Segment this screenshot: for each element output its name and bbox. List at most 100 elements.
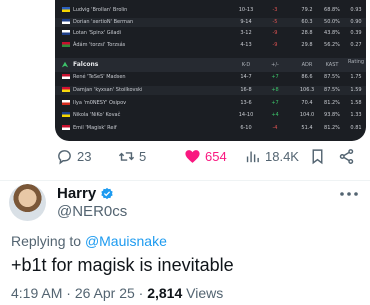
kd-cell: 16-8 [240, 86, 252, 93]
rating-cell: 0.39 [350, 30, 362, 36]
replying-to-prefix: Replying to [11, 233, 85, 249]
country-flag-icon [62, 86, 70, 92]
player-row: Nikola 'NiKo' Kovač 14-10 +4 104.0 93.8% 1.33 [55, 111, 366, 120]
retweet-icon [118, 151, 135, 161]
meta-separator: · [138, 285, 148, 301]
diff-cell: +7 [271, 99, 279, 106]
player-cell: Emil 'Magisk' Reif [62, 124, 117, 133]
heart-icon [185, 149, 200, 163]
player-row: Emil 'Magisk' Reif 6-10 -4 51.4 81.2% 0.81 [55, 124, 366, 133]
country-flag-icon [62, 7, 70, 12]
diff-cell: -3 [272, 7, 278, 13]
country-flag-icon [62, 30, 70, 35]
player-name: Ludvig 'Brollan' Brolin [73, 7, 128, 13]
kd-cell: 9-14 [240, 18, 252, 25]
view-count: 2,814 [147, 285, 183, 301]
player-row: Ádám 'torzsi' Torzsás 4-13 -9 29.8 56.2% 0.27 [55, 41, 366, 50]
kd-cell: 4-13 [240, 41, 252, 48]
player-row: Ilya 'm0NESY' Osipov 13-6 +7 70.4 81.2% 1.58 [55, 99, 366, 108]
tweet-meta: 4:19 AM · 26 Apr 25 · 2,814 Views [11, 285, 223, 301]
views-chart-icon [246, 151, 259, 162]
kd-cell: 10-13 [238, 7, 254, 13]
share-icon [339, 148, 354, 164]
player-cell: René 'TeSeS' Madsen [62, 73, 126, 82]
user-handle[interactable]: @NER0cs [57, 203, 127, 220]
diff-cell: +7 [271, 74, 279, 80]
header-rating: Rating [347, 59, 365, 65]
diff-cell: -5 [272, 18, 278, 25]
share-button[interactable] [338, 146, 355, 166]
player-cell: Dorian 'xertioN' Berman [62, 18, 133, 27]
header-diff: +/- [271, 62, 279, 68]
replying-to-line: Replying to @Mauisnake [11, 233, 167, 249]
diff-cell: -9 [272, 41, 278, 48]
player-cell: Ludvig 'Brollan' Brolin [62, 6, 127, 15]
tweet-text: +b1t for magisk is inevitable [11, 255, 234, 275]
rating-cell: 0.27 [350, 41, 362, 48]
like-button[interactable]: 654 [184, 146, 227, 166]
more-options-icon[interactable] [339, 191, 359, 197]
diff-cell: -4 [272, 125, 278, 132]
diff-cell: +8 [271, 86, 279, 93]
match-stats-image[interactable]: Ludvig 'Brollan' Brolin 10-13 -3 79.2 68.8% 0… [55, 0, 366, 141]
kd-cell: 14-10 [238, 112, 254, 119]
rating-cell: 0.81 [350, 125, 362, 132]
tweet-date[interactable]: 26 Apr 25 [75, 285, 135, 301]
header-kd: K-D [241, 62, 251, 68]
player-cell: Nikola 'NiKo' Kovač [62, 111, 120, 120]
player-name: René 'TeSeS' Madsen [73, 74, 126, 80]
player-name: Damjan 'kyxsan' Stoilkovski [73, 86, 143, 93]
player-row: Ludvig 'Brollan' Brolin 10-13 -3 79.2 68.8% 0… [55, 6, 366, 15]
diff-cell: -9 [272, 30, 278, 36]
rating-cell: 0.93 [350, 7, 362, 13]
player-name: Lotan 'Spinx' Giladi [73, 30, 122, 36]
tweet-action-bar: 23 5 654 18.4K [56, 146, 362, 166]
kd-cell: 13-6 [240, 99, 252, 106]
player-name: Emil 'Magisk' Reif [73, 125, 117, 132]
player-cell: Lotan 'Spinx' Giladi [62, 29, 121, 38]
player-cell: Damjan 'kyxsan' Stoilkovski [62, 86, 142, 95]
avatar[interactable] [9, 184, 46, 221]
player-cell: Ilya 'm0NESY' Osipov [62, 99, 126, 108]
bookmark-button[interactable] [309, 146, 326, 166]
retweet-count: 5 [139, 148, 147, 164]
rating-cell: 1.58 [350, 99, 362, 106]
reply-button[interactable]: 23 [56, 146, 91, 166]
player-name: Dorian 'xertioN' Berman [73, 18, 134, 25]
display-name[interactable]: Harry [57, 185, 114, 202]
reply-icon [58, 149, 71, 164]
player-name: Ádám 'torzsi' Torzsás [73, 41, 126, 48]
replying-to-link[interactable]: @Mauisnake [85, 233, 167, 249]
kd-cell: 6-10 [240, 125, 252, 132]
views-label: Views [186, 285, 224, 301]
country-flag-icon [62, 112, 70, 118]
display-name-text: Harry [57, 185, 97, 202]
country-flag-icon [62, 74, 70, 79]
player-row: René 'TeSeS' Madsen 14-7 +7 86.6 87.5% 1.75 [55, 73, 366, 82]
player-name: Ilya 'm0NESY' Osipov [73, 99, 127, 106]
falcons-logo-icon [61, 61, 69, 68]
player-cell: Ádám 'torzsi' Torzsás [62, 41, 125, 50]
player-row: Lotan 'Spinx' Giladi 3-12 -9 28.8 43.8% 0.39 [55, 29, 366, 38]
verified-badge-icon [101, 187, 113, 199]
team-header-row: Falcons K-D +/- ADR KAST Rating [55, 58, 366, 72]
meta-separator: · [66, 285, 75, 301]
country-flag-icon [62, 125, 70, 131]
rating-cell: 1.75 [350, 74, 362, 80]
divider [0, 180, 370, 181]
player-name: Nikola 'NiKo' Kovač [73, 112, 121, 119]
kd-cell: 14-7 [240, 74, 252, 80]
country-flag-icon [62, 18, 70, 24]
views-count: 18.4K [265, 148, 299, 164]
views-button[interactable]: 18.4K [244, 146, 299, 166]
rating-cell: 1.33 [350, 112, 362, 119]
retweet-button[interactable]: 5 [118, 146, 146, 166]
bookmark-icon [312, 148, 323, 164]
kd-cell: 3-12 [240, 30, 252, 36]
rating-cell: 0.90 [350, 18, 362, 25]
like-count: 654 [205, 148, 227, 164]
tweet-time[interactable]: 4:19 AM [11, 285, 62, 301]
country-flag-icon [62, 41, 70, 47]
reply-count: 23 [77, 148, 92, 164]
diff-cell: +4 [271, 112, 279, 119]
